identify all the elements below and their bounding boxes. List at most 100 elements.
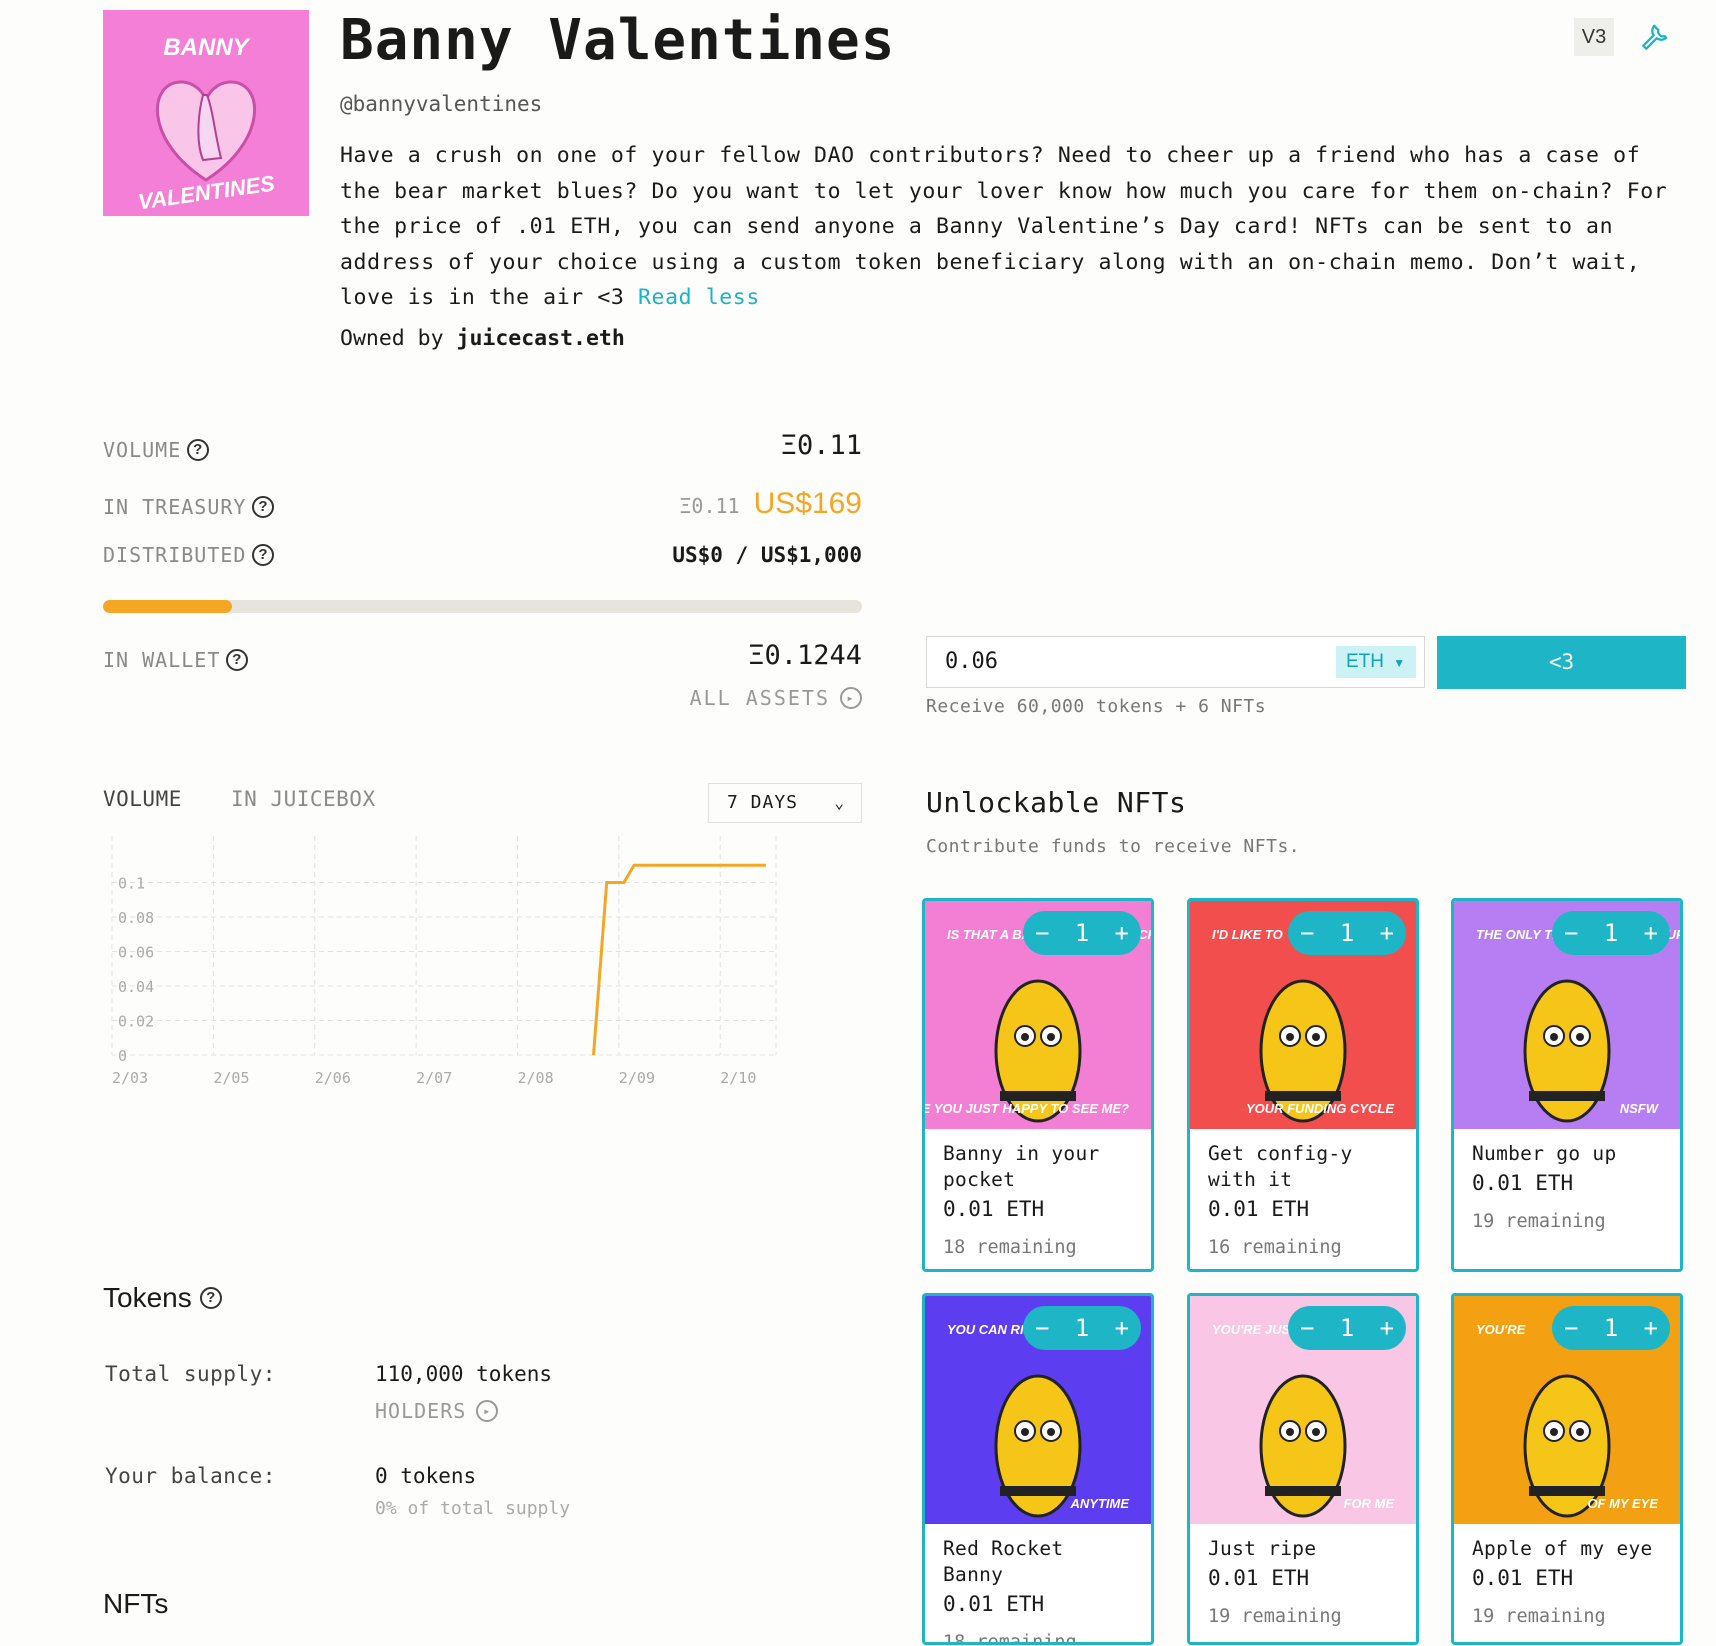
svg-text:YOUR FUNDING CYCLE: YOUR FUNDING CYCLE: [1246, 1101, 1394, 1116]
quantity-value: 1: [1339, 1314, 1355, 1342]
quantity-stepper[interactable]: −1 +: [1552, 1306, 1670, 1350]
treasury-usd: US$169: [753, 487, 862, 520]
caret-down-icon: ▼: [1393, 656, 1406, 670]
x-tick-label: 2/07: [416, 1069, 452, 1087]
quantity-value: 1: [1603, 919, 1619, 947]
treasury-label: IN TREASURY?: [103, 495, 275, 519]
nft-name: Red Rocket Banny: [943, 1537, 1064, 1586]
plus-icon[interactable]: +: [1644, 919, 1658, 947]
nft-image: IS THAT A BANNY IN YOUR POCKET?OR ARE YO…: [925, 901, 1151, 1129]
help-icon[interactable]: ?: [252, 496, 275, 518]
volume-label: VOLUME?: [103, 438, 210, 462]
balance-percent: 0% of total supply: [375, 1498, 571, 1519]
nft-card[interactable]: THE ONLY THING THAT GOES UPNSFW−1+Number…: [1451, 898, 1683, 1272]
tab-in-juicebox[interactable]: IN JUICEBOX: [231, 787, 376, 811]
nft-remaining: 18 remaining: [943, 1237, 1077, 1258]
wallet-label: IN WALLET?: [103, 648, 249, 672]
arrow-circle-icon: ▸: [840, 687, 862, 709]
nft-remaining: 18 remaining: [943, 1632, 1077, 1645]
nft-card[interactable]: I'D LIKE TO YOUR FUNDING CYCLE −1 + Get conf…: [1187, 898, 1419, 1272]
nft-remaining: 19 remaining: [1472, 1211, 1606, 1232]
y-tick-label: 0.08: [118, 909, 154, 927]
treasury-values: Ξ0.11 US$169: [679, 487, 862, 521]
svg-text:I'D LIKE TO: I'D LIKE TO: [1212, 927, 1283, 942]
minus-icon[interactable]: −: [1564, 1314, 1578, 1342]
y-tick-label: 0.1: [118, 875, 145, 893]
nft-remaining: 19 remaining: [1208, 1606, 1342, 1627]
nft-card-body: Banny in your pocket 0.01 ETH 18 remaining: [925, 1129, 1151, 1258]
svg-text:NSFW: NSFW: [1620, 1101, 1660, 1116]
range-select[interactable]: 7 DAYS ⌄: [708, 783, 862, 823]
nft-price: 0.01 ETH: [1208, 1566, 1310, 1590]
quantity-stepper[interactable]: −1 +: [1023, 1306, 1141, 1350]
nft-image: YOU'RE JUST FOR ME −1 +: [1190, 1296, 1416, 1524]
nft-card[interactable]: YOU'RE OF MY EYE −1 + Apple of my eye 0.01 ET…: [1451, 1293, 1683, 1645]
svg-text:BANNY: BANNY: [163, 34, 250, 61]
distributed-value: US$0 / US$1,000: [672, 543, 862, 567]
x-tick-label: 2/08: [517, 1069, 553, 1087]
quantity-stepper[interactable]: −1 +: [1552, 911, 1670, 955]
owner-address[interactable]: juicecast.eth: [457, 326, 625, 351]
pay-amount-input[interactable]: 0.06 ETH ▼: [926, 636, 1425, 688]
currency-select[interactable]: ETH ▼: [1336, 646, 1416, 678]
x-tick-label: 2/10: [720, 1069, 756, 1087]
minus-icon[interactable]: −: [1564, 919, 1578, 947]
distribution-progress-bar: [103, 600, 862, 613]
nft-card-body: Just ripe 0.01 ETH 19 remaining: [1190, 1524, 1416, 1627]
all-assets-link[interactable]: ALL ASSETS ▸: [690, 686, 862, 710]
chart-tabs: VOLUME IN JUICEBOX: [103, 787, 376, 811]
help-icon[interactable]: ?: [187, 439, 210, 461]
minus-icon[interactable]: −: [1300, 919, 1314, 947]
nft-card[interactable]: YOU CAN RIDE ANYTIME −1 + Red Rocket Banny 0.…: [922, 1293, 1154, 1645]
plus-icon[interactable]: +: [1115, 1314, 1129, 1342]
owner-line: Owned by juicecast.eth: [340, 326, 625, 351]
receive-summary: Receive 60,000 tokens + 6 NFTs: [926, 696, 1267, 717]
svg-text:YOU'RE: YOU'RE: [1476, 1322, 1526, 1337]
nft-remaining: 19 remaining: [1472, 1606, 1606, 1627]
quantity-stepper[interactable]: −1 +: [1288, 1306, 1406, 1350]
quantity-value: 1: [1603, 1314, 1619, 1342]
quantity-value: 1: [1339, 919, 1355, 947]
help-icon[interactable]: ?: [226, 649, 249, 671]
nft-card[interactable]: IS THAT A BANNY IN YOUR POCKET?OR ARE YO…: [922, 898, 1154, 1272]
nft-price: 0.01 ETH: [943, 1197, 1045, 1221]
nft-price: 0.01 ETH: [943, 1592, 1045, 1616]
unlockable-nfts-subtitle: Contribute funds to receive NFTs.: [926, 836, 1301, 857]
tab-volume[interactable]: VOLUME: [103, 787, 182, 811]
read-less-link[interactable]: Read less: [638, 285, 760, 310]
nft-card-body: Apple of my eye 0.01 ETH 19 remaining: [1454, 1524, 1680, 1627]
pay-button[interactable]: <3: [1437, 636, 1686, 689]
nft-name: Number go up: [1472, 1142, 1617, 1165]
y-tick-label: 0: [118, 1047, 127, 1065]
x-tick-label: 2/06: [315, 1069, 351, 1087]
wallet-value: Ξ0.1244: [748, 640, 862, 671]
svg-text:OF MY EYE: OF MY EYE: [1587, 1496, 1658, 1511]
quantity-value: 1: [1074, 1314, 1090, 1342]
nft-card[interactable]: YOU'RE JUST FOR ME −1 + Just ripe 0.01 ETH 19 …: [1187, 1293, 1419, 1645]
nft-name: Get config-y with it: [1208, 1142, 1353, 1191]
plus-icon[interactable]: +: [1115, 919, 1129, 947]
quantity-stepper[interactable]: −1 +: [1288, 911, 1406, 955]
help-icon[interactable]: ?: [252, 544, 275, 566]
minus-icon[interactable]: −: [1035, 1314, 1049, 1342]
nft-name: Banny in your pocket: [943, 1142, 1100, 1191]
nft-name: Apple of my eye: [1472, 1537, 1653, 1560]
plus-icon[interactable]: +: [1644, 1314, 1658, 1342]
holders-link[interactable]: HOLDERS ▸: [375, 1399, 499, 1423]
plus-icon[interactable]: +: [1380, 1314, 1394, 1342]
arrow-circle-icon: ▸: [476, 1400, 499, 1422]
wrench-icon[interactable]: [1640, 22, 1670, 52]
plus-icon[interactable]: +: [1380, 919, 1394, 947]
unlockable-nfts-heading: Unlockable NFTs: [926, 786, 1187, 819]
x-tick-label: 2/09: [619, 1069, 655, 1087]
project-handle: @bannyvalentines: [340, 92, 543, 116]
nft-card-body: Red Rocket Banny 0.01 ETH 18 remaining: [925, 1524, 1151, 1645]
quantity-stepper[interactable]: −1 +: [1023, 911, 1141, 955]
y-tick-label: 0.04: [118, 978, 154, 996]
help-icon[interactable]: ?: [199, 1287, 222, 1309]
minus-icon[interactable]: −: [1300, 1314, 1314, 1342]
nft-image: I'D LIKE TO YOUR FUNDING CYCLE −1 +: [1190, 901, 1416, 1129]
nft-remaining: 16 remaining: [1208, 1237, 1342, 1258]
balance-value: 0 tokens: [375, 1464, 477, 1488]
minus-icon[interactable]: −: [1035, 919, 1049, 947]
